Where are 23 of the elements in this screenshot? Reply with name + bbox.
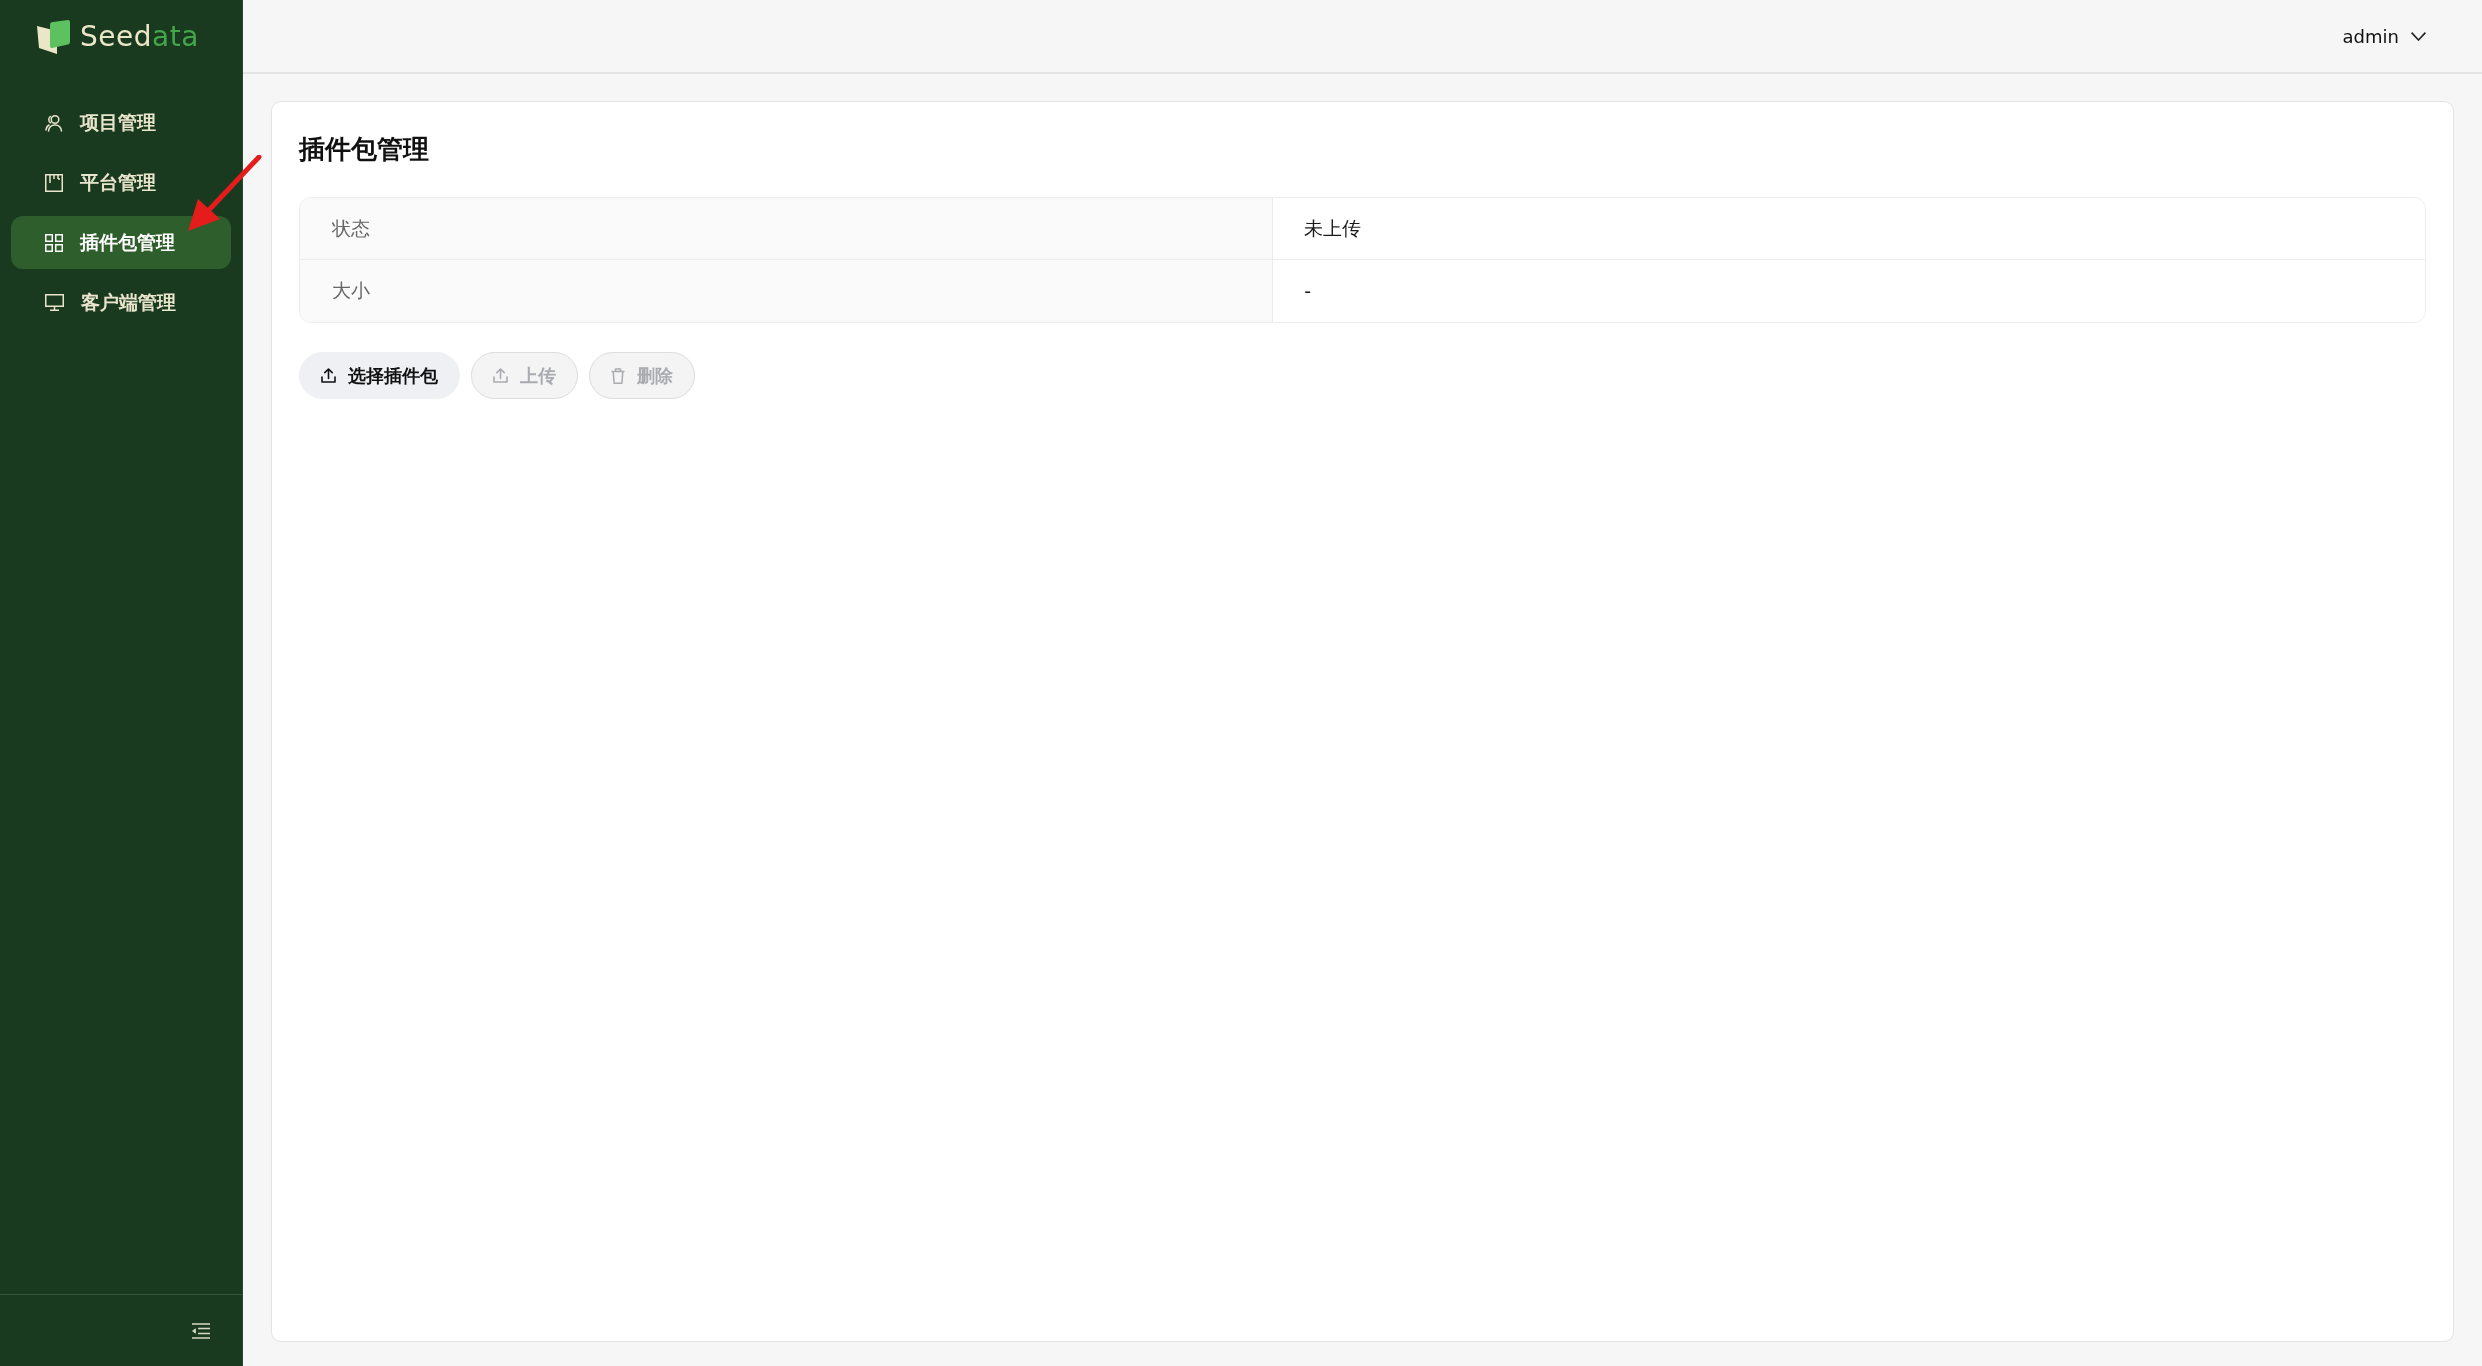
- user-menu-button[interactable]: admin: [2342, 25, 2426, 47]
- monitor-icon: [45, 294, 64, 311]
- grid-icon: [45, 233, 63, 252]
- logo-icon: [37, 20, 70, 54]
- sidebar-item[interactable]: 项目管理: [11, 96, 231, 149]
- sidebar-item[interactable]: 插件包管理: [11, 216, 231, 269]
- board-icon: [45, 173, 63, 192]
- collapse-menu-icon: [192, 1322, 210, 1339]
- upload-icon: [493, 368, 508, 383]
- chevron-down-icon: [2411, 31, 2426, 41]
- page-title: 插件包管理: [299, 133, 430, 166]
- table-cell: 状态: [300, 198, 1274, 260]
- arrow-icon: [188, 155, 262, 231]
- sidebar-item[interactable]: 平台管理: [11, 156, 231, 209]
- upload-icon: [321, 368, 336, 383]
- table-cell: 未上传: [1273, 198, 2425, 260]
- table-cell: 大小: [300, 260, 1274, 322]
- collapse-button[interactable]: [192, 1322, 210, 1339]
- upload-button[interactable]: 选择插件包: [299, 352, 460, 399]
- trash-icon: [611, 367, 625, 384]
- users-icon: [45, 113, 63, 132]
- logo-text: Seedata: [80, 23, 199, 51]
- sidebar-item[interactable]: 客户端管理: [11, 276, 231, 329]
